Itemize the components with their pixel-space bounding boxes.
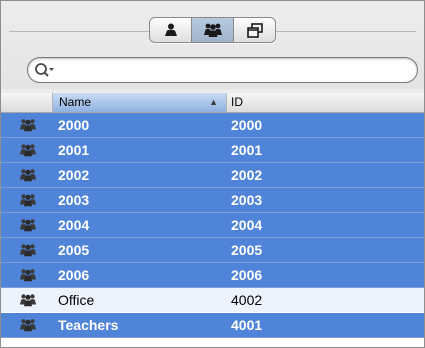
- table-row[interactable]: 2004 2004: [1, 213, 424, 238]
- user-icon: [164, 23, 177, 36]
- group-icon: [19, 319, 37, 332]
- row-name: 2001: [58, 142, 90, 158]
- table-body: 2000 2000 2001 2001 2002 2002 2003 2003 …: [1, 113, 424, 338]
- search-icon: [35, 63, 54, 77]
- toolbar: [1, 1, 424, 89]
- column-header-id-label: ID: [231, 95, 243, 109]
- row-name: Office: [58, 292, 95, 308]
- search-menu[interactable]: [30, 59, 60, 81]
- row-id: 2003: [231, 192, 263, 208]
- table-row[interactable]: 2001 2001: [1, 138, 424, 163]
- row-id: 2005: [231, 242, 263, 258]
- table-row[interactable]: 2006 2006: [1, 263, 424, 288]
- row-id: 4001: [231, 317, 263, 333]
- users-view-button[interactable]: [150, 18, 192, 42]
- groups-view-button[interactable]: [192, 18, 234, 42]
- table-row[interactable]: 2000 2000: [1, 113, 424, 138]
- group-icon: [19, 194, 37, 207]
- search-input[interactable]: [60, 60, 417, 80]
- group-icon: [19, 269, 37, 282]
- table-header: Name ▲ ID: [1, 93, 424, 113]
- row-id: 2006: [231, 267, 263, 283]
- column-header-name-label: Name: [59, 95, 92, 109]
- table-row[interactable]: Office 4002: [1, 288, 424, 313]
- sort-ascending-icon: ▲: [209, 97, 218, 107]
- row-name: 2006: [58, 267, 90, 283]
- row-name: 2005: [58, 242, 90, 258]
- group-icon: [203, 23, 222, 37]
- table-row[interactable]: Teachers 4001: [1, 313, 424, 338]
- windows-icon: [246, 22, 263, 38]
- group-icon: [19, 244, 37, 257]
- row-name: 2002: [58, 167, 90, 183]
- row-id: 4002: [231, 292, 263, 308]
- group-icon: [19, 219, 37, 232]
- view-segmented-control: [149, 17, 276, 43]
- groups-table: Name ▲ ID 2000 2000 2001 2001 2002 2002: [1, 93, 424, 347]
- group-list-window: Name ▲ ID 2000 2000 2001 2001 2002 2002: [0, 0, 425, 348]
- row-name: Teachers: [58, 317, 119, 333]
- group-icon: [19, 294, 37, 307]
- group-icon: [19, 119, 37, 132]
- row-name: 2003: [58, 192, 90, 208]
- column-header-icon[interactable]: [1, 93, 53, 112]
- search-field[interactable]: [27, 57, 418, 83]
- table-row[interactable]: 2005 2005: [1, 238, 424, 263]
- column-header-name[interactable]: Name ▲: [53, 93, 227, 112]
- table-row[interactable]: 2002 2002: [1, 163, 424, 188]
- table-row[interactable]: 2003 2003: [1, 188, 424, 213]
- row-id: 2002: [231, 167, 263, 183]
- column-header-id[interactable]: ID: [227, 93, 424, 112]
- row-id: 2001: [231, 142, 263, 158]
- group-icon: [19, 144, 37, 157]
- row-name: 2004: [58, 217, 90, 233]
- row-name: 2000: [58, 117, 90, 133]
- row-id: 2004: [231, 217, 263, 233]
- row-id: 2000: [231, 117, 263, 133]
- group-icon: [19, 169, 37, 182]
- computers-view-button[interactable]: [234, 18, 275, 42]
